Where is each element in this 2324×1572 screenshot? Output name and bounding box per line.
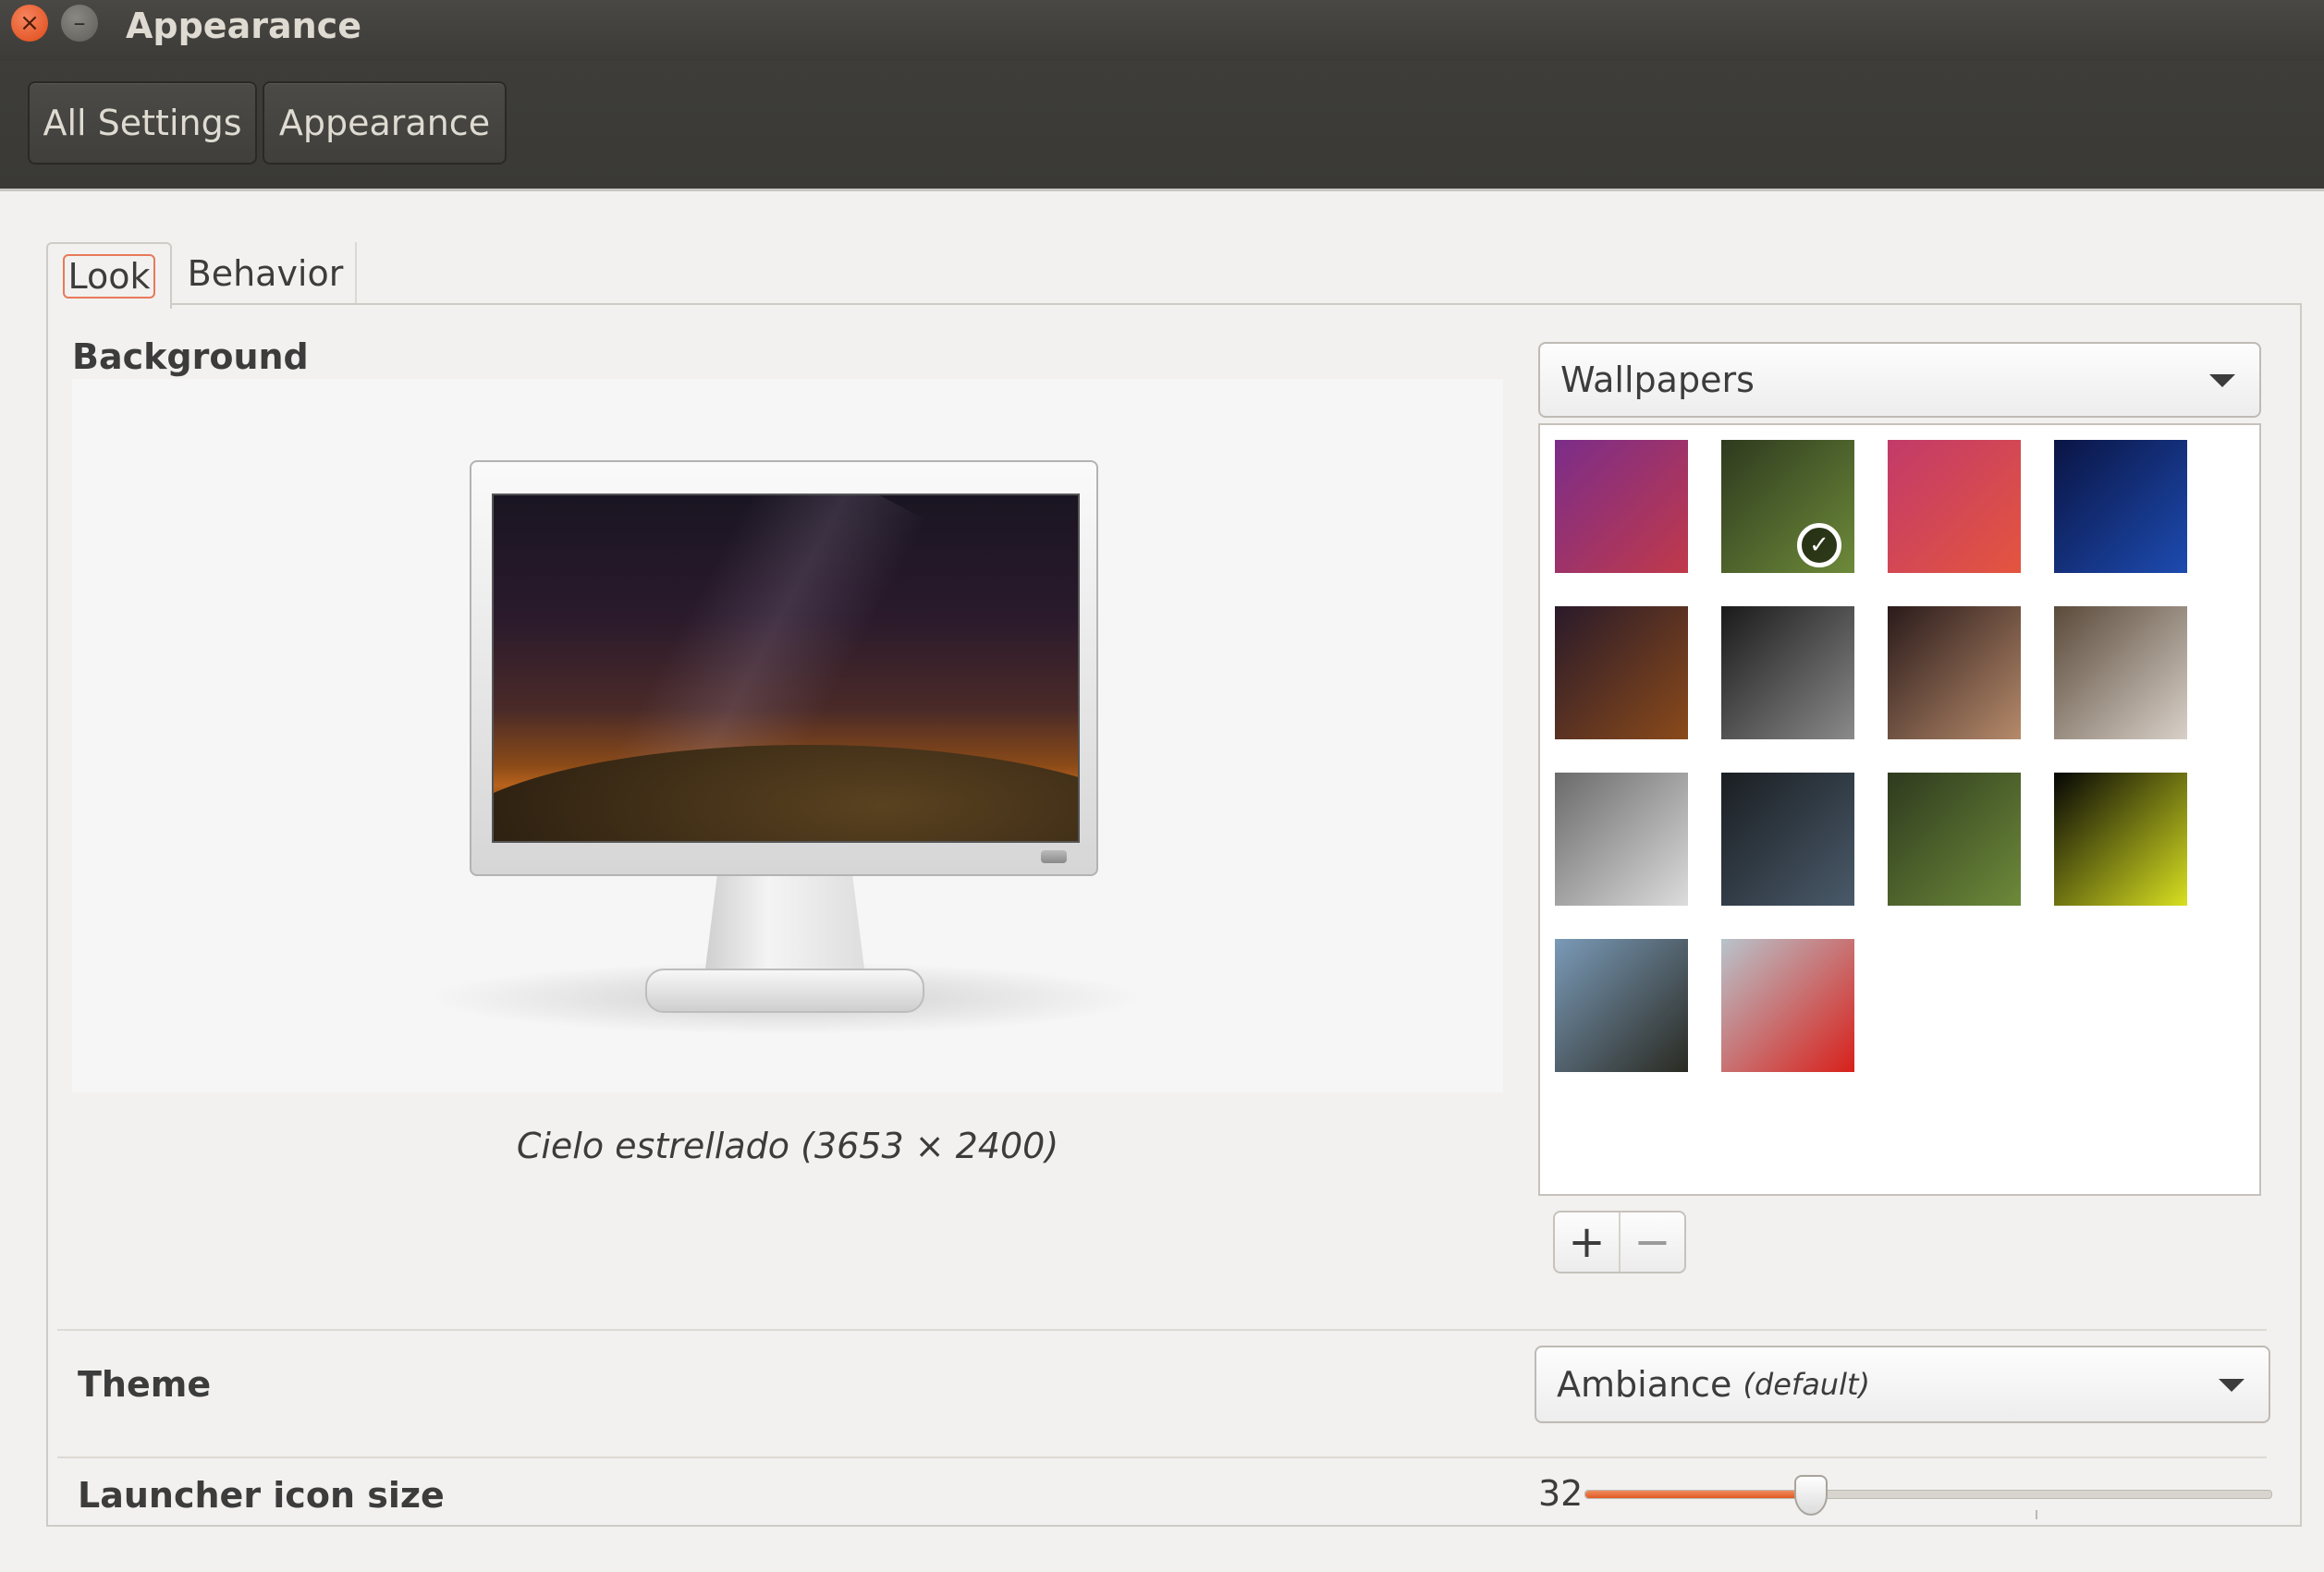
wallpaper-source-value: Wallpapers (1560, 359, 1755, 400)
wallpaper-thumbnail[interactable] (2054, 773, 2187, 906)
slider-fill (1585, 1491, 1812, 1498)
monitor-illustration (470, 460, 1098, 876)
wallpaper-thumbnail[interactable] (1721, 606, 1854, 739)
wallpaper-thumbnail[interactable] (1721, 773, 1854, 906)
wallpaper-source-dropdown[interactable]: Wallpapers (1538, 342, 2261, 418)
window-title: Appearance (126, 6, 361, 46)
tab-behavior[interactable]: Behavior (176, 242, 357, 305)
monitor-base (645, 969, 924, 1013)
minimize-icon[interactable]: – (61, 5, 98, 42)
wallpaper-thumbnail[interactable] (2054, 606, 2187, 739)
wallpaper-grid: ✓ (1538, 423, 2261, 1196)
theme-label: Theme (78, 1364, 212, 1405)
close-icon[interactable]: × (11, 5, 48, 42)
selected-check-icon: ✓ (1797, 523, 1841, 567)
tab-look[interactable]: Look (46, 242, 172, 309)
wallpaper-thumbnail[interactable] (1721, 939, 1854, 1072)
wallpaper-thumbnail[interactable] (2054, 440, 2187, 573)
wallpaper-thumbnail[interactable] (1555, 606, 1688, 739)
divider (57, 1456, 2267, 1458)
wallpaper-thumbnail[interactable] (1555, 773, 1688, 906)
chevron-down-icon (2219, 1379, 2244, 1392)
launcher-size-label: Launcher icon size (78, 1475, 445, 1516)
launcher-size-value: 32 (1538, 1473, 1584, 1514)
theme-dropdown[interactable]: Ambiance (default) (1535, 1346, 2270, 1423)
monitor-power-icon (1041, 850, 1067, 863)
slider-tick (2036, 1510, 2037, 1519)
wallpaper-add-remove: + − (1553, 1211, 1686, 1273)
monitor-screen-wallpaper (492, 494, 1080, 843)
theme-default-note: (default) (1743, 1367, 1870, 1402)
wallpaper-thumbnail[interactable] (1888, 440, 2021, 573)
theme-value: Ambiance (1557, 1364, 1732, 1405)
tab-look-label: Look (63, 254, 155, 299)
title-bar: × – Appearance (0, 0, 2324, 61)
wallpaper-thumbnail[interactable]: ✓ (1721, 440, 1854, 573)
breadcrumb-all-settings[interactable]: All Settings (28, 81, 257, 165)
launcher-size-slider[interactable] (1584, 1490, 2272, 1499)
plus-icon[interactable]: + (1555, 1213, 1619, 1272)
wallpaper-thumbnail[interactable] (1555, 440, 1688, 573)
breadcrumb-appearance[interactable]: Appearance (263, 81, 507, 165)
wallpaper-thumbnail[interactable] (1888, 773, 2021, 906)
chevron-down-icon (2209, 374, 2235, 387)
slider-handle[interactable] (1793, 1475, 1828, 1516)
background-label: Background (72, 336, 309, 377)
monitor-neck (704, 874, 865, 976)
divider (57, 1329, 2267, 1331)
toolbar: All Settings Appearance (0, 61, 2324, 191)
minus-icon[interactable]: − (1619, 1213, 1684, 1272)
wallpaper-thumbnail[interactable] (1555, 939, 1688, 1072)
wallpaper-caption: Cielo estrellado (3653 × 2400) (516, 1126, 1059, 1166)
wallpaper-thumbnail[interactable] (1888, 606, 2021, 739)
